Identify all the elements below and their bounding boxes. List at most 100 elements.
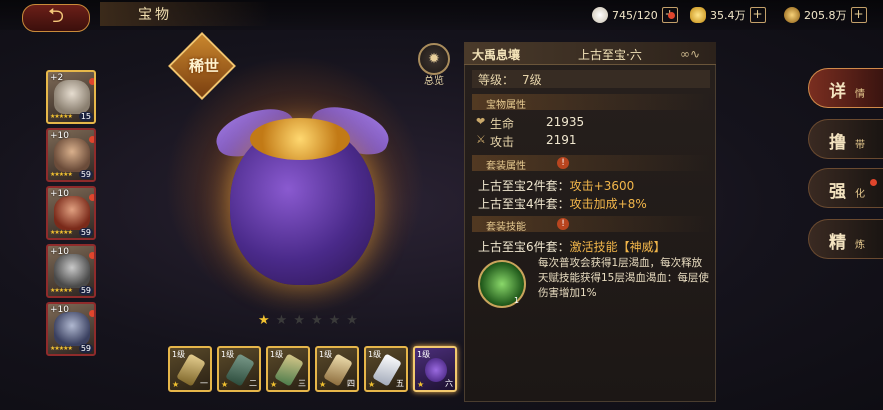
sword-icon: ⚔ [476, 133, 486, 146]
treasure-slot-5[interactable]: 1级 ★ 五 [364, 346, 408, 392]
hero-portrait [54, 196, 90, 230]
level-value: 7级 [522, 73, 542, 87]
stat-atk-value: 2191 [546, 133, 577, 147]
tab-carry-main: 撸 [829, 133, 846, 153]
coins-value: 205.8万 [804, 9, 847, 22]
treasure-slot-2[interactable]: 1级 ★ 二 [217, 346, 261, 392]
add-yuanbao-button[interactable]: + [749, 7, 766, 23]
back-button[interactable]: ⮌ [22, 3, 90, 32]
overview-button[interactable]: ✹ [418, 43, 450, 75]
slot-star-icon: ★ [417, 380, 425, 389]
hero-card-3[interactable]: +10 ★★★★★ 59 [46, 186, 96, 240]
slot-level: 1级 [221, 350, 235, 359]
item-name: 大禹息壤 [472, 48, 521, 62]
bun-icon [592, 7, 608, 23]
title-plate [100, 2, 270, 26]
hero-level: 59 [78, 344, 93, 353]
heart-icon: ❤ [476, 115, 486, 128]
ingot-icon [690, 7, 706, 23]
stat-hp-label: 生命 [490, 117, 515, 131]
page-title: 宝物 [138, 7, 172, 23]
slot-star-icon: ★ [368, 380, 376, 389]
hero-card-1[interactable]: +2 ★★★★★ 15 [46, 70, 96, 124]
set-attr-4: 上古至宝4件套：攻击加成+8% [478, 195, 647, 212]
slot-index: 二 [249, 379, 257, 388]
hero-stars: ★★★★★ [50, 113, 73, 120]
stamina-value: 745/120 [612, 8, 658, 22]
hero-plus-level: +10 [50, 131, 69, 141]
slot-level: 1级 [319, 350, 333, 359]
section-attr-title: 宝物属性 [486, 100, 526, 111]
set-skill-label: 上古至宝6件套： [478, 240, 570, 254]
slot-index: 四 [347, 379, 355, 388]
hero-alert-dot [89, 304, 94, 321]
hero-alert-dot [89, 188, 94, 205]
set-attr-2: 上古至宝2件套：攻击+3600 [478, 177, 634, 194]
set-attr-4-label: 上古至宝4件套： [478, 197, 570, 211]
item-star-rating: ★ ★ ★ ★ ★ ★ [258, 313, 358, 328]
hero-portrait [54, 138, 90, 172]
resource-coins: 205.8万 + [784, 6, 867, 24]
hero-stars: ★★★★★ [50, 287, 73, 294]
section-set-skill-title: 套装技能 [486, 222, 526, 233]
info-alert-icon[interactable]: ! [557, 218, 569, 230]
tab-details[interactable]: 详 情 [808, 68, 883, 108]
tab-enhance[interactable]: 强 化 [808, 168, 883, 208]
slot-level: 1级 [417, 350, 431, 359]
slot-index: 五 [396, 379, 404, 388]
treasure-slot-3[interactable]: 1级 ★ 三 [266, 346, 310, 392]
star-icon: ★ [310, 313, 323, 328]
hero-plus-level: +10 [50, 305, 69, 315]
tab-carry[interactable]: 撸 带 [808, 119, 883, 159]
stat-atk-label: 攻击 [490, 135, 515, 149]
tab-carry-sub: 带 [855, 140, 865, 151]
tab-enhance-sub: 化 [855, 189, 865, 200]
treasure-slot-4[interactable]: 1级 ★ 四 [315, 346, 359, 392]
tab-details-main: 详 [829, 82, 846, 102]
tab-refine[interactable]: 精 炼 [808, 219, 883, 259]
resource-stamina: 745/120 + [592, 6, 678, 24]
hero-stars: ★★★★★ [50, 171, 73, 178]
hero-list: +2 ★★★★★ 15 +10 ★★★★★ 59 +10 ★★★★★ 59 +1… [38, 62, 104, 362]
tab-details-sub: 情 [855, 89, 865, 100]
slot-star-icon: ★ [172, 380, 180, 389]
hero-card-4[interactable]: +10 ★★★★★ 59 [46, 244, 96, 298]
info-alert-icon[interactable]: ! [557, 157, 569, 169]
section-set-attr-title: 套装属性 [486, 161, 526, 172]
tab-refine-main: 精 [829, 233, 846, 253]
hero-alert-dot [89, 130, 94, 147]
hero-card-5[interactable]: +10 ★★★★★ 59 [46, 302, 96, 356]
slot-level: 1级 [172, 350, 186, 359]
treasure-slot-6[interactable]: 1级 ★ 六 [413, 346, 457, 392]
skill-level: 1 [514, 296, 520, 305]
slot-star-icon: ★ [270, 380, 278, 389]
set-attr-4-effect: 攻击加成+8% [569, 197, 647, 211]
yuanbao-value: 35.4万 [710, 9, 746, 22]
overview-label[interactable]: 总览 [418, 72, 450, 87]
add-coins-button[interactable]: + [850, 7, 867, 23]
slot-level: 1级 [368, 350, 382, 359]
cloud-ornament-icon: ∞∿ [680, 47, 701, 61]
hero-plus-level: +2 [50, 73, 64, 83]
set-skill-effect: 激活技能【神威】 [569, 240, 666, 254]
hero-plus-level: +10 [50, 189, 69, 199]
tab-refine-sub: 炼 [855, 240, 865, 251]
star-icon: ★ [328, 313, 341, 328]
stamina-alert-dot [668, 4, 675, 23]
overview-icon: ✹ [428, 51, 440, 67]
hero-level: 59 [78, 170, 93, 179]
slot-star-icon: ★ [221, 380, 229, 389]
hero-level: 15 [78, 112, 93, 121]
treasure-slots: 1级 ★ 一 1级 ★ 二 1级 ★ 三 1级 ★ 四 1级 ★ 五 1级 ★ … [168, 346, 457, 392]
set-skill-line: 上古至宝6件套：激活技能【神威】 [478, 238, 666, 255]
treasure-slot-1[interactable]: 1级 ★ 一 [168, 346, 212, 392]
hero-alert-dot [89, 246, 94, 263]
treasure-gold [250, 118, 350, 160]
back-arrow-icon: ⮌ [47, 3, 65, 27]
hero-portrait [54, 254, 90, 288]
hero-stars: ★★★★★ [50, 345, 73, 352]
hero-portrait [54, 312, 90, 346]
hero-card-2[interactable]: +10 ★★★★★ 59 [46, 128, 96, 182]
tab-enhance-main: 强 [829, 182, 846, 202]
stat-hp-value: 21935 [546, 115, 585, 129]
